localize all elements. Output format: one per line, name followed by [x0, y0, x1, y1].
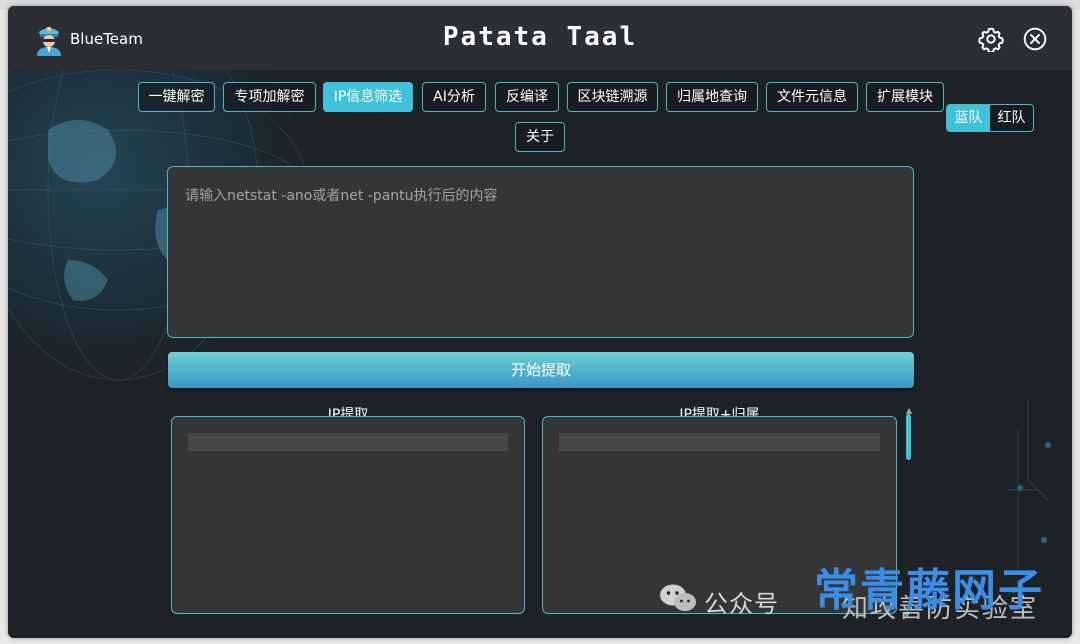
- tab-location-query[interactable]: 归属地查询: [666, 82, 758, 112]
- tab-extension-modules[interactable]: 扩展模块: [866, 82, 944, 112]
- start-extract-button[interactable]: 开始提取: [168, 352, 914, 388]
- netstat-input[interactable]: [168, 167, 913, 337]
- gear-icon[interactable]: [978, 26, 1004, 52]
- scroll-down-arrow[interactable]: ▼: [904, 610, 910, 619]
- tab-decompile[interactable]: 反编译: [495, 82, 559, 112]
- close-icon[interactable]: [1022, 26, 1048, 52]
- app-window: BlueTeam Patata Taal 一键解密 专项加解密 IP信息筛选 A…: [8, 6, 1072, 638]
- title-bar: BlueTeam Patata Taal: [8, 6, 1072, 70]
- output-row-placeholder: [559, 433, 880, 451]
- netstat-input-box: [167, 166, 914, 338]
- tab-file-metadata[interactable]: 文件元信息: [766, 82, 858, 112]
- ip-location-output[interactable]: [542, 416, 897, 614]
- tab-ai-analysis[interactable]: AI分析: [422, 82, 486, 112]
- tab-one-click-decrypt[interactable]: 一键解密: [138, 82, 215, 112]
- team-toggle: 蓝队 红队: [946, 104, 1034, 132]
- tab-about[interactable]: 关于: [515, 122, 565, 152]
- team-option-blue[interactable]: 蓝队: [947, 105, 990, 131]
- tab-ip-filter[interactable]: IP信息筛选: [323, 82, 413, 112]
- scrollbar-thumb[interactable]: [906, 414, 911, 460]
- app-title: Patata Taal: [442, 22, 638, 52]
- tab-special-crypto[interactable]: 专项加解密: [223, 82, 316, 112]
- output-row-placeholder: [188, 433, 508, 451]
- team-option-red[interactable]: 红队: [990, 105, 1033, 131]
- ip-extract-output[interactable]: [171, 416, 525, 614]
- tab-blockchain-trace[interactable]: 区块链溯源: [567, 82, 658, 112]
